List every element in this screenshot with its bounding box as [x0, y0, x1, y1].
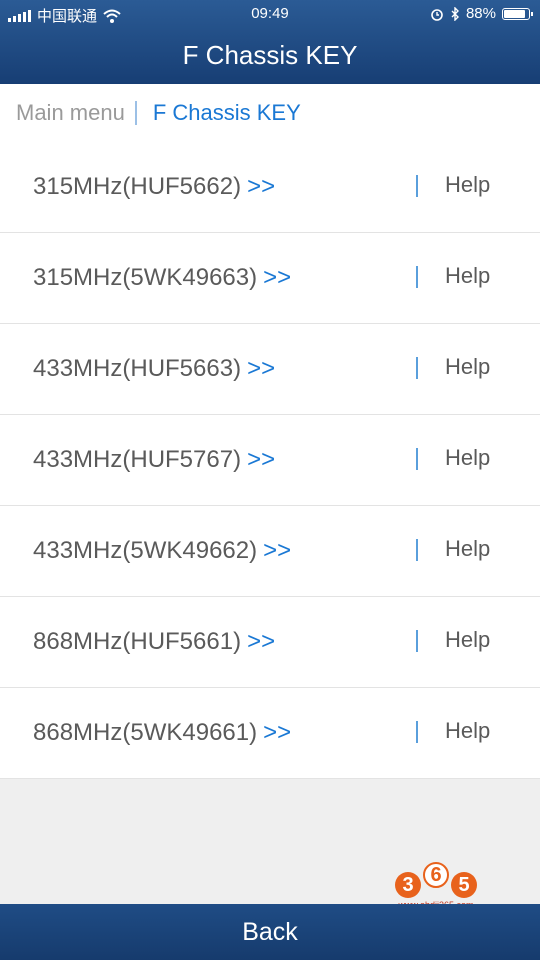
item-divider: [416, 630, 418, 652]
item-arrow: >>: [247, 355, 276, 382]
item-arrow: >>: [247, 173, 276, 200]
help-button[interactable]: Help: [445, 718, 490, 744]
top-bar: 中国联通 09:49 88% F Chassis KEY: [0, 0, 540, 84]
item-label: 868MHz(HUF5661): [33, 628, 242, 655]
help-button[interactable]: Help: [445, 172, 490, 198]
help-button[interactable]: Help: [445, 354, 490, 380]
item-divider: [416, 266, 418, 288]
back-button[interactable]: Back: [0, 904, 540, 960]
breadcrumb: Main menu F Chassis KEY: [0, 84, 540, 143]
item-arrow: >>: [247, 628, 276, 655]
list-item[interactable]: 315MHz(HUF5662) >> Help: [0, 142, 540, 233]
item-label: 868MHz(5WK49661): [33, 719, 258, 746]
key-list: 315MHz(HUF5662) >> Help 315MHz(5WK49663)…: [0, 142, 540, 779]
battery-percent: 88%: [465, 5, 496, 22]
item-label: 315MHz(HUF5662): [33, 173, 242, 200]
list-item[interactable]: 433MHz(HUF5767) >> Help: [0, 415, 540, 506]
item-label: 315MHz(5WK49663): [33, 264, 258, 291]
item-divider: [416, 448, 418, 470]
breadcrumb-separator: [134, 101, 137, 125]
watermark-digit: 6: [423, 862, 449, 888]
list-item[interactable]: 315MHz(5WK49663) >> Help: [0, 233, 540, 324]
battery-icon: [502, 7, 533, 20]
watermark-digit: 3: [395, 872, 421, 898]
item-label: 433MHz(HUF5767): [33, 446, 242, 473]
list-item[interactable]: 433MHz(HUF5663) >> Help: [0, 324, 540, 415]
help-button[interactable]: Help: [445, 536, 490, 562]
item-arrow: >>: [263, 537, 292, 564]
bluetooth-icon: [451, 6, 459, 21]
watermark-digit: 5: [451, 872, 477, 898]
item-arrow: >>: [263, 719, 292, 746]
item-label: 433MHz(HUF5663): [33, 355, 242, 382]
help-button[interactable]: Help: [445, 627, 490, 653]
list-item[interactable]: 433MHz(5WK49662) >> Help: [0, 506, 540, 597]
item-label: 433MHz(5WK49662): [33, 537, 258, 564]
item-divider: [416, 175, 418, 197]
back-label: Back: [242, 917, 298, 946]
item-divider: [416, 539, 418, 561]
battery-fill: [504, 9, 525, 18]
item-arrow: >>: [247, 446, 276, 473]
help-button[interactable]: Help: [445, 445, 490, 471]
list-item[interactable]: 868MHz(5WK49661) >> Help: [0, 688, 540, 779]
item-divider: [416, 357, 418, 379]
help-button[interactable]: Help: [445, 263, 490, 289]
alarm-icon: [431, 8, 443, 21]
list-item[interactable]: 868MHz(HUF5661) >> Help: [0, 597, 540, 688]
item-divider: [416, 721, 418, 743]
breadcrumb-current: F Chassis KEY: [152, 100, 301, 125]
page-title: F Chassis KEY: [182, 40, 358, 70]
status-bar: 中国联通 09:49 88%: [0, 0, 540, 28]
item-arrow: >>: [263, 264, 292, 291]
breadcrumb-main-menu[interactable]: Main menu: [16, 100, 125, 126]
